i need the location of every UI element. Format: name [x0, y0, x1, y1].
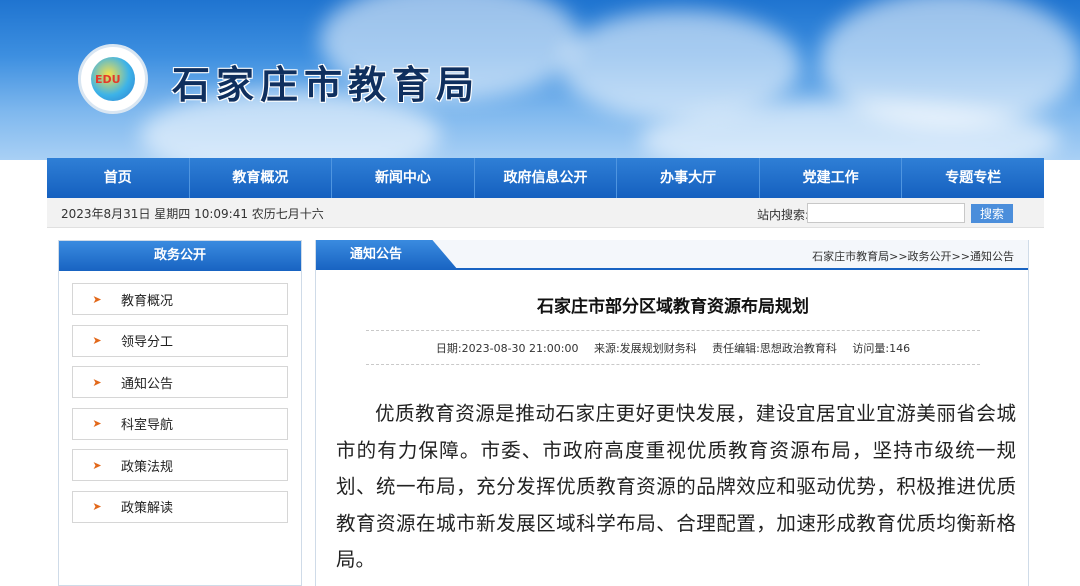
- divider: [366, 364, 980, 365]
- header-banner: EDU 石家庄市教育局: [0, 0, 1080, 160]
- sidebar-item-label: 通知公告: [121, 376, 174, 392]
- nav-item-overview[interactable]: 教育概况: [190, 158, 333, 198]
- sidebar-item-label: 教育概况: [121, 293, 174, 309]
- sidebar: 政务公开 ➤ 教育概况 ➤ 领导分工 ➤ 通知公告 ➤ 科室导航 ➤ 政策法规 …: [58, 240, 302, 586]
- arrow-right-icon: ➤: [92, 375, 102, 389]
- article-views: 访问量:146: [852, 342, 911, 355]
- sidebar-title: 政务公开: [59, 241, 301, 271]
- article-body: 优质教育资源是推动石家庄更好更快发展，建设宜居宜业宜游美丽省会城市的有力保障。市…: [336, 402, 1016, 571]
- article-editor: 责任编辑:思想政治教育科: [712, 342, 837, 355]
- info-bar: 2023年8月31日 星期四 10:09:41 农历七月十六 站内搜索: 搜索: [47, 198, 1044, 228]
- search-button[interactable]: 搜索: [971, 204, 1013, 223]
- arrow-right-icon: ➤: [92, 417, 102, 430]
- article-source: 来源:发展规划财务科: [593, 342, 697, 355]
- nav-item-service-hall[interactable]: 办事大厅: [617, 158, 760, 198]
- arrow-right-icon: ➤: [92, 500, 102, 513]
- main-nav: 首页 教育概况 新闻中心 政府信息公开 办事大厅 党建工作 专题专栏: [47, 158, 1044, 198]
- article-panel: 通知公告 石家庄市教育局>>政务公开>>通知公告 石家庄市部分区域教育资源布局规…: [315, 240, 1029, 586]
- article-panel-header: 通知公告 石家庄市教育局>>政务公开>>通知公告: [316, 240, 1028, 270]
- nav-item-topics[interactable]: 专题专栏: [902, 158, 1044, 198]
- sidebar-item-label: 领导分工: [121, 335, 174, 350]
- logo-text: EDU: [95, 73, 121, 86]
- sidebar-item-regulations[interactable]: ➤ 政策法规: [72, 449, 288, 481]
- date-display: 2023年8月31日 星期四 10:09:41 农历七月十六: [61, 207, 324, 221]
- tab-notices[interactable]: 通知公告: [316, 240, 458, 270]
- arrow-right-icon: ➤: [92, 292, 102, 306]
- article-meta: 日期:2023-08-30 21:00:00 来源:发展规划财务科 责任编辑:思…: [316, 340, 1030, 356]
- sidebar-item-overview[interactable]: ➤ 教育概况: [72, 283, 288, 315]
- sidebar-item-label: 政策法规: [121, 459, 174, 475]
- sidebar-item-leadership[interactable]: ➤ 领导分工: [72, 324, 288, 357]
- sidebar-item-notices[interactable]: ➤ 通知公告: [72, 366, 288, 398]
- search-label: 站内搜索:: [757, 208, 810, 222]
- article-date: 日期:2023-08-30 21:00:00: [435, 342, 579, 355]
- nav-item-party[interactable]: 党建工作: [760, 158, 903, 198]
- sidebar-list: ➤ 教育概况 ➤ 领导分工 ➤ 通知公告 ➤ 科室导航 ➤ 政策法规 ➤ 政策解…: [59, 271, 301, 523]
- arrow-right-icon: ➤: [92, 334, 102, 347]
- sidebar-item-label: 科室导航: [121, 418, 174, 433]
- site-title: 石家庄市教育局: [172, 62, 481, 107]
- sidebar-item-label: 政策解读: [121, 501, 174, 516]
- sidebar-item-departments[interactable]: ➤ 科室导航: [72, 407, 288, 440]
- arrow-right-icon: ➤: [92, 458, 102, 472]
- nav-item-news[interactable]: 新闻中心: [332, 158, 475, 198]
- divider: [366, 330, 980, 331]
- sidebar-item-policy-interpretation[interactable]: ➤ 政策解读: [72, 490, 288, 523]
- breadcrumb[interactable]: 石家庄市教育局>>政务公开>>通知公告: [812, 248, 1014, 264]
- nav-item-gov-info[interactable]: 政府信息公开: [475, 158, 618, 198]
- search-input[interactable]: [807, 203, 965, 223]
- edu-logo[interactable]: EDU: [78, 44, 148, 114]
- nav-item-home[interactable]: 首页: [47, 158, 190, 198]
- article-title: 石家庄市部分区域教育资源布局规划: [537, 297, 809, 317]
